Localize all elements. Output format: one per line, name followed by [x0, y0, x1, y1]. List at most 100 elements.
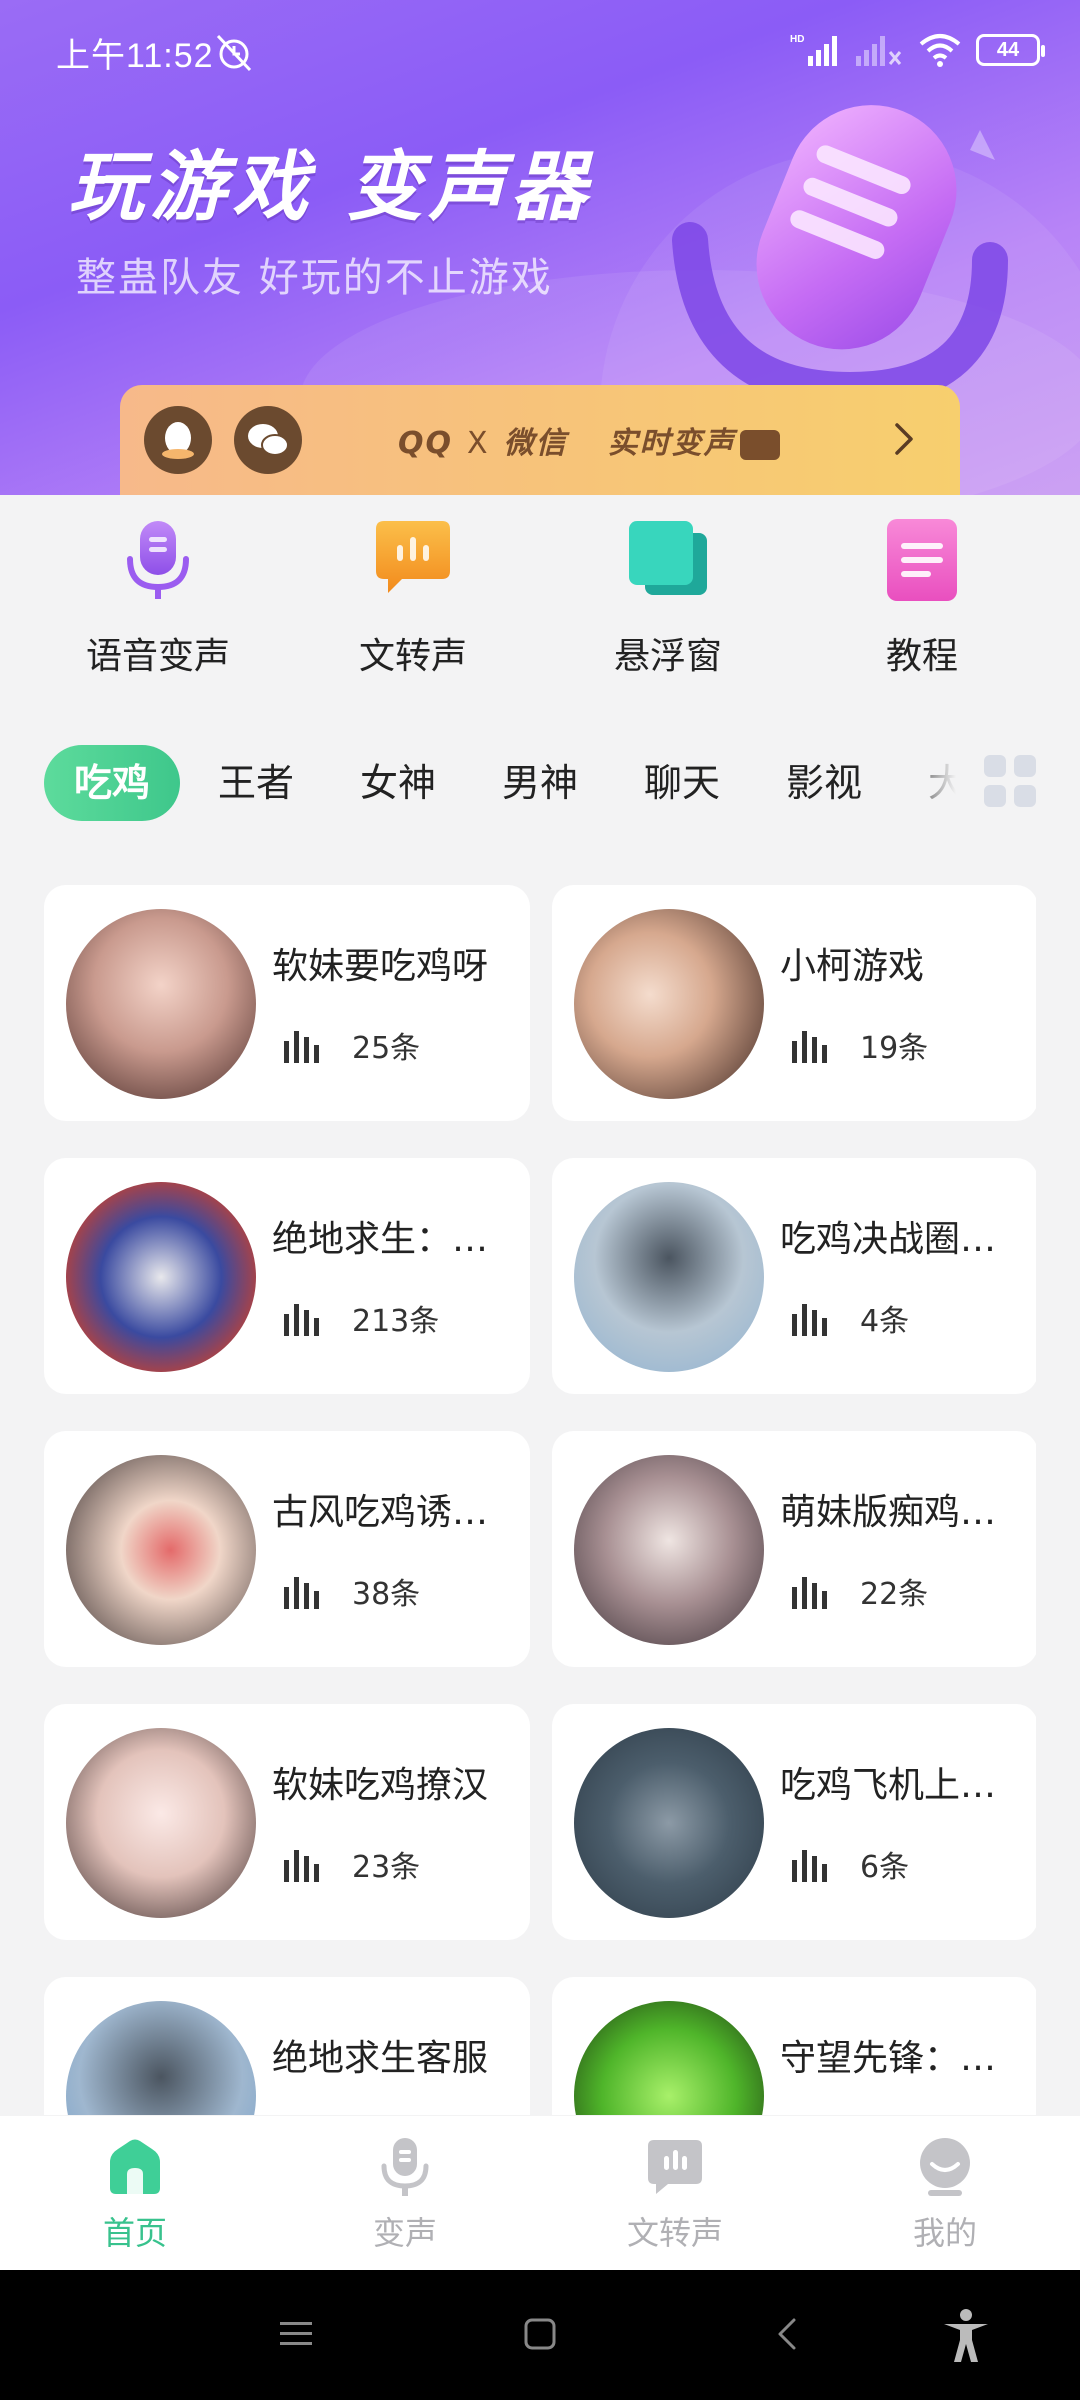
tab-goddess[interactable]: 女神	[360, 745, 436, 821]
svg-text:HD: HD	[790, 34, 804, 45]
voice-count: 19条	[860, 1031, 929, 1066]
system-navigation-bar	[0, 2270, 1080, 2400]
menu-icon[interactable]	[278, 2316, 314, 2352]
voice-pack-title: 吃鸡决战圈…	[780, 1219, 997, 1260]
promo-text: QQ X 微信 实时变声	[398, 418, 780, 462]
voice-pack-card[interactable]: 绝地求生：… 213条	[44, 1158, 530, 1394]
feature-label: 悬浮窗	[613, 636, 722, 677]
audio-bars-icon	[284, 1577, 319, 1609]
wechat-icon	[234, 406, 302, 474]
promo-realtime: 实时变声	[607, 426, 736, 461]
voice-pack-card[interactable]: 古风吃鸡诱… 38条	[44, 1431, 530, 1667]
audio-bars-icon	[792, 1304, 827, 1336]
voice-count: 4条	[860, 1304, 910, 1339]
chat-bubble-icon	[376, 521, 450, 593]
voice-pack-title: 守望先锋：…	[780, 2038, 997, 2079]
grid-icon[interactable]	[982, 753, 1038, 809]
accessibility-icon[interactable]	[940, 2308, 992, 2364]
avatar	[66, 1728, 256, 1918]
nav-home[interactable]: 首页	[35, 2136, 235, 2254]
tab-chicken[interactable]: 吃鸡	[44, 745, 181, 821]
avatar	[574, 909, 764, 1099]
promo-qq: QQ	[398, 426, 454, 461]
battery-indicator: 44	[976, 34, 1045, 66]
feature-row: 语音变声 文转声 悬浮窗 教程	[0, 515, 1080, 695]
voice-pack-card[interactable]: 小柯游戏 19条	[552, 885, 1036, 1121]
banner-subtitle: 整蛊队友 好玩的不止游戏	[76, 255, 553, 301]
chevron-right-icon[interactable]	[884, 419, 924, 459]
home-button-icon[interactable]	[522, 2316, 558, 2352]
voice-pack-meta: 25条	[282, 1023, 420, 1067]
feature-label: 教程	[885, 636, 958, 677]
tab-film[interactable]: 影视	[786, 745, 862, 821]
feature-label: 语音变声	[85, 636, 230, 677]
voice-pack-meta: 19条	[790, 1023, 928, 1067]
avatar	[66, 1455, 256, 1645]
nav-profile[interactable]: 我的	[845, 2136, 1045, 2254]
signal-hd-icon: HD	[790, 34, 837, 66]
voice-pack-meta: 213条	[282, 1296, 439, 1340]
avatar	[574, 1728, 764, 1918]
voice-pack-card[interactable]: 绝地求生客服	[44, 1977, 530, 2115]
audio-bars-icon	[284, 1304, 319, 1336]
feature-voice-change[interactable]: 语音变声	[58, 515, 258, 679]
microphone-icon	[381, 2138, 429, 2196]
voice-pack-card[interactable]: 吃鸡决战圈… 4条	[552, 1158, 1036, 1394]
voice-pack-grid: 软妹要吃鸡呀 25条 小柯游戏 19条绝地求生：… 213条 吃鸡决战圈… 4条古风吃鸡诱……	[44, 885, 1036, 2115]
audio-bars-icon	[284, 1031, 319, 1063]
avatar	[574, 1182, 764, 1372]
status-icons: HD 44	[790, 28, 1045, 72]
microphone-icon	[127, 521, 189, 599]
status-bar: 上午11:52 HD 44	[0, 0, 1080, 100]
audio-bars-icon	[792, 1577, 827, 1609]
voice-pack-card[interactable]: 软妹吃鸡撩汉 23条	[44, 1704, 530, 1940]
nav-label: 变声	[372, 2214, 437, 2252]
tab-male-god[interactable]: 男神	[502, 745, 578, 821]
app-screen: 上午11:52 HD 44 玩游戏 变声器 整蛊队友 好玩的不止游戏 QQ X …	[0, 0, 1080, 2400]
nav-label: 文转声	[626, 2214, 723, 2252]
nav-label: 首页	[102, 2214, 167, 2252]
voice-pack-title: 软妹吃鸡撩汉	[272, 1765, 489, 1806]
signal-off-icon	[856, 36, 902, 66]
tab-chat[interactable]: 聊天	[644, 745, 720, 821]
category-tabs: 吃鸡 王者 女神 男神 聊天 影视 大	[0, 745, 1080, 829]
avatar	[66, 909, 256, 1099]
voice-count: 213条	[352, 1304, 440, 1339]
voice-pack-title: 萌妹版痴鸡…	[780, 1492, 997, 1533]
windows-icon	[629, 521, 707, 595]
voice-count: 6条	[860, 1850, 910, 1885]
voice-pack-title: 小柯游戏	[780, 946, 925, 987]
text-to-speech-icon	[648, 2140, 702, 2194]
tab-king[interactable]: 王者	[218, 745, 294, 821]
voice-pack-meta: 38条	[282, 1569, 420, 1613]
voice-pack-title: 软妹要吃鸡呀	[272, 946, 489, 987]
back-icon[interactable]	[770, 2316, 806, 2352]
banner-title: 玩游戏 变声器	[68, 142, 593, 231]
avatar	[66, 2001, 256, 2115]
voice-pack-card[interactable]: 吃鸡飞机上… 6条	[552, 1704, 1036, 1940]
microphone-illustration	[672, 105, 1008, 409]
voice-pack-meta: 23条	[282, 1842, 420, 1886]
hero-banner[interactable]: 上午11:52 HD 44 玩游戏 变声器 整蛊队友 好玩的不止游戏 QQ X …	[0, 0, 1080, 495]
status-time: 上午11:52	[56, 37, 214, 75]
voice-pack-meta: 6条	[790, 1842, 909, 1886]
nav-voice-change[interactable]: 变声	[305, 2136, 505, 2254]
voice-pack-meta: 4条	[790, 1296, 909, 1340]
promo-bar[interactable]: QQ X 微信 实时变声	[120, 385, 960, 495]
profile-icon	[920, 2138, 970, 2196]
sound-wave-icon	[739, 429, 780, 460]
voice-pack-meta: 22条	[790, 1569, 928, 1613]
audio-bars-icon	[792, 1031, 827, 1063]
voice-count: 22条	[860, 1577, 929, 1612]
voice-pack-card[interactable]: 守望先锋：…	[552, 1977, 1036, 2115]
avatar	[66, 1182, 256, 1372]
feature-text-to-speech[interactable]: 文转声	[313, 515, 513, 679]
voice-pack-title: 古风吃鸡诱…	[272, 1492, 489, 1533]
voice-pack-title: 绝地求生：…	[272, 1219, 489, 1260]
nav-text-to-speech[interactable]: 文转声	[575, 2136, 775, 2254]
feature-tutorial[interactable]: 教程	[822, 515, 1022, 679]
voice-pack-card[interactable]: 软妹要吃鸡呀 25条	[44, 885, 530, 1121]
feature-floating-window[interactable]: 悬浮窗	[568, 515, 768, 679]
alarm-off-icon	[216, 34, 252, 72]
voice-pack-card[interactable]: 萌妹版痴鸡… 22条	[552, 1431, 1036, 1667]
